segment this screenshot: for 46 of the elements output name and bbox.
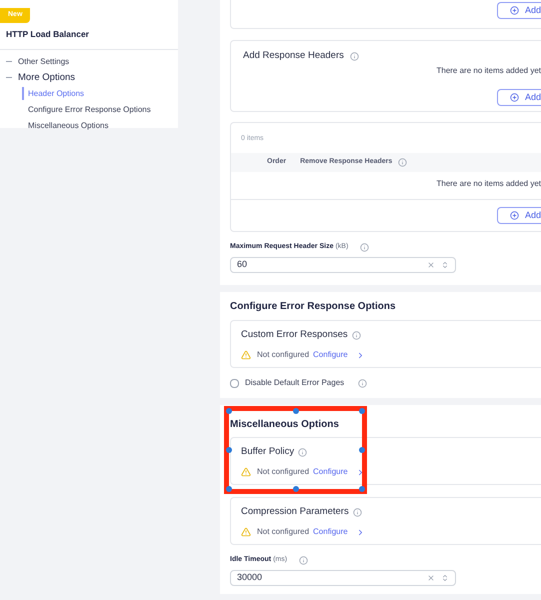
tree-item[interactable]: Other Settings bbox=[18, 56, 70, 68]
card-title: Buffer Policy bbox=[241, 445, 294, 459]
warning-icon bbox=[241, 350, 251, 360]
info-icon bbox=[350, 52, 359, 61]
stepper-icon[interactable] bbox=[441, 572, 449, 582]
info-icon bbox=[352, 330, 361, 340]
section-title: Miscellaneous Options bbox=[230, 418, 340, 432]
empty-message: There are no items added yet bbox=[436, 178, 541, 190]
sidebar-title: HTTP Load Balancer bbox=[5, 28, 90, 41]
info-icon bbox=[398, 158, 408, 167]
checkbox[interactable] bbox=[230, 378, 239, 388]
tree-item[interactable]: More Options bbox=[18, 70, 76, 85]
configure-link[interactable]: Configure bbox=[313, 466, 348, 478]
configure-link[interactable]: Configure bbox=[313, 526, 348, 538]
tree-item[interactable]: Configure Error Response Options bbox=[28, 104, 151, 116]
section-title: Configure Error Response Options bbox=[230, 300, 397, 314]
plus-icon bbox=[510, 93, 519, 102]
configure-link[interactable]: Configure bbox=[313, 349, 348, 362]
info-icon bbox=[352, 508, 362, 517]
card-title: Custom Error Responses bbox=[241, 328, 348, 342]
checkbox-label: Disable Default Error Pages bbox=[245, 377, 344, 389]
number-field[interactable]: 60 bbox=[230, 256, 456, 272]
info-icon bbox=[298, 448, 308, 457]
info-icon bbox=[360, 242, 370, 252]
selection-frame[interactable] bbox=[224, 406, 367, 494]
tree-item[interactable]: Header Options bbox=[28, 88, 84, 100]
tree-item[interactable]: Miscellaneous Options bbox=[28, 120, 108, 132]
add-button[interactable]: Add bbox=[496, 89, 541, 106]
empty-message: There are no items added yet bbox=[436, 65, 541, 78]
add-button[interactable]: Add bbox=[496, 2, 541, 19]
card-title: Add Response Headers bbox=[243, 49, 344, 63]
info-icon bbox=[299, 556, 308, 565]
status-text: Not configured bbox=[257, 466, 310, 478]
add-button[interactable]: Add bbox=[496, 207, 541, 224]
plus-icon bbox=[510, 211, 519, 220]
clear-icon[interactable] bbox=[427, 260, 435, 268]
warning-icon bbox=[241, 467, 251, 478]
status-text: Not configured bbox=[257, 349, 310, 362]
info-icon bbox=[358, 378, 368, 388]
stepper-icon[interactable] bbox=[441, 260, 449, 270]
warning-icon bbox=[241, 527, 251, 538]
number-field[interactable]: 30000 bbox=[230, 570, 456, 586]
plus-icon bbox=[510, 6, 519, 15]
card-title: Compression Parameters bbox=[241, 505, 349, 519]
status-text: Not configured bbox=[257, 526, 310, 538]
clear-icon[interactable] bbox=[427, 574, 435, 582]
